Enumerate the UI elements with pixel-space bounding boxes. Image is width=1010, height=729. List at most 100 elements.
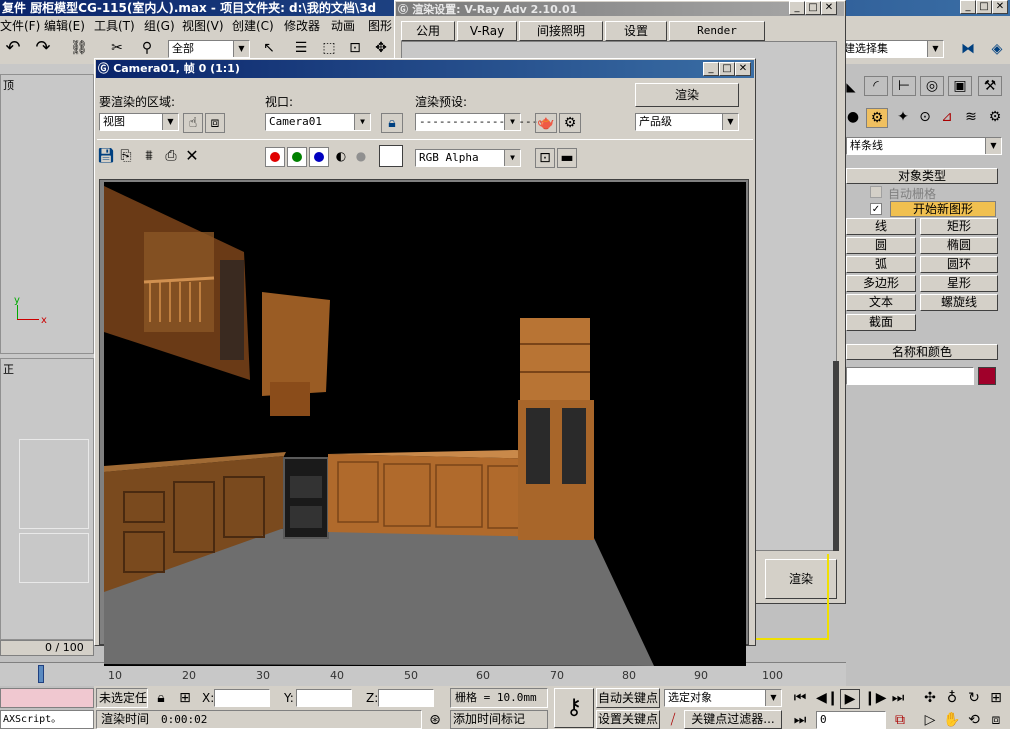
star-button[interactable]: 星形 xyxy=(920,275,998,292)
viewport-top[interactable]: 顶 y x xyxy=(0,74,94,354)
zoom-all-icon[interactable]: ♁ xyxy=(942,689,962,707)
line-button[interactable]: 线 xyxy=(846,218,916,235)
z-coordinate-input[interactable] xyxy=(378,689,434,707)
copy-image-icon[interactable]: ⎘ xyxy=(117,147,135,165)
orbit-icon[interactable]: ⟲ xyxy=(964,711,984,729)
rectangle-button[interactable]: 矩形 xyxy=(920,218,998,235)
object-color-swatch[interactable] xyxy=(978,367,996,385)
current-frame-input[interactable]: 0 xyxy=(816,711,886,729)
menu-modifiers[interactable]: 修改器 xyxy=(284,17,320,34)
main-close-button[interactable]: ✕ xyxy=(992,0,1008,14)
current-frame-marker[interactable] xyxy=(38,665,44,683)
tab-indirect-illumination[interactable]: 间接照明 xyxy=(519,21,603,41)
motion-tab-icon[interactable]: ◎ xyxy=(920,76,944,96)
render-setup-maximize-button[interactable]: □ xyxy=(805,1,821,15)
time-config-icon[interactable]: ⧉ xyxy=(890,711,910,729)
lock-selection-icon[interactable]: 🔒︎ xyxy=(152,689,170,707)
rendered-kitchen-image[interactable] xyxy=(104,182,746,666)
set-key-button[interactable]: 设置关键点 xyxy=(596,710,660,729)
preset-dropdown[interactable]: -------------------- ▼ xyxy=(415,113,551,131)
zoom-icon[interactable]: ✣ xyxy=(920,689,940,707)
unlink-icon[interactable]: ✂ xyxy=(106,39,128,57)
geometry-icon[interactable]: ● xyxy=(846,108,860,126)
modify-tab-icon[interactable]: ◜ xyxy=(864,76,888,96)
goto-end-icon[interactable]: ⏭ xyxy=(888,689,908,707)
mirror-icon[interactable]: ⧓ xyxy=(956,40,980,58)
category-dropdown[interactable]: 样条线 ▼ xyxy=(846,137,1002,155)
alpha-channel-icon[interactable]: ◐ xyxy=(333,147,349,165)
frame-render-button[interactable]: 渲染 xyxy=(635,83,739,107)
tab-settings[interactable]: 设置 xyxy=(605,21,667,41)
menu-group[interactable]: 组(G) xyxy=(144,17,175,34)
clone-window-icon[interactable]: ⩩ xyxy=(139,147,159,165)
red-channel-button[interactable] xyxy=(265,147,285,167)
save-image-icon[interactable]: 💾︎ xyxy=(97,147,115,165)
render-setup-scrollbar[interactable] xyxy=(833,361,839,551)
tab-common[interactable]: 公用 xyxy=(401,21,455,41)
color-swatch[interactable] xyxy=(379,145,403,167)
name-color-rollout-header[interactable]: 名称和颜色 xyxy=(846,344,998,360)
goto-start-icon[interactable]: ⏮ xyxy=(790,689,810,707)
bind-spacewarp-icon[interactable]: ⚲ xyxy=(136,39,158,57)
ellipse-button[interactable]: 椭圆 xyxy=(920,237,998,254)
time-slider[interactable]: 0 / 100 xyxy=(0,640,94,656)
render-setup-icon[interactable]: 🫖 xyxy=(535,113,557,133)
key-filters-button[interactable]: 关键点过滤器... xyxy=(684,710,782,729)
edit-region-icon[interactable]: ☝ xyxy=(183,113,203,133)
menu-animation[interactable]: 动画 xyxy=(331,17,355,34)
auto-grid-checkbox[interactable] xyxy=(870,186,882,198)
align-icon[interactable]: ◈ xyxy=(986,40,1008,58)
key-filter-icon[interactable]: ⧸ xyxy=(664,711,682,729)
absolute-mode-icon[interactable]: ⊞ xyxy=(176,689,194,707)
arc-rotate-icon[interactable]: ↻ xyxy=(964,689,984,707)
start-new-shape-checkbox[interactable]: ✓ xyxy=(870,203,882,215)
shapes-icon[interactable]: ⚙ xyxy=(866,108,888,128)
frame-window-maximize-button[interactable]: □ xyxy=(719,62,735,76)
cameras-icon[interactable]: ⊙ xyxy=(914,108,936,126)
auto-region-icon[interactable]: ⧈ xyxy=(205,113,225,133)
toggle-ui-icon[interactable]: ▬ xyxy=(557,148,577,168)
clear-image-icon[interactable]: ✕ xyxy=(183,147,201,165)
tab-vray[interactable]: V-Ray xyxy=(457,21,517,41)
select-by-name-icon[interactable]: ☰ xyxy=(290,39,312,57)
field-of-view-icon[interactable]: ⊞ xyxy=(986,689,1006,707)
donut-button[interactable]: 圆环 xyxy=(920,256,998,273)
set-key-big-button[interactable]: ⚷ xyxy=(554,688,594,728)
key-mode-icon[interactable]: ⏭ xyxy=(790,711,810,729)
pan-icon[interactable]: ✋ xyxy=(942,711,962,729)
undo-icon[interactable]: ↶ xyxy=(2,39,24,57)
ngon-button[interactable]: 多边形 xyxy=(846,275,916,292)
named-selection-dropdown[interactable]: 建选择集 ▼ xyxy=(840,40,944,58)
blue-channel-button[interactable] xyxy=(309,147,329,167)
circle-button[interactable]: 圆 xyxy=(846,237,916,254)
monochrome-icon[interactable]: ● xyxy=(353,147,369,165)
print-image-icon[interactable]: ⎙ xyxy=(161,147,181,165)
menu-tools[interactable]: 工具(T) xyxy=(94,17,135,34)
add-time-tag-icon[interactable]: ⊛ xyxy=(426,711,444,729)
move-icon[interactable]: ✥ xyxy=(370,39,392,57)
arc-button[interactable]: 弧 xyxy=(846,256,916,273)
selected-object-dropdown[interactable]: 选定对象 ▼ xyxy=(664,689,782,707)
render-setup-minimize-button[interactable]: _ xyxy=(789,1,805,15)
menu-graph[interactable]: 图形 xyxy=(368,17,392,34)
window-crossing-icon[interactable]: ⊡ xyxy=(344,39,366,57)
y-coordinate-input[interactable] xyxy=(296,689,352,707)
environment-effects-icon[interactable]: ⚙ xyxy=(559,113,581,133)
text-button[interactable]: 文本 xyxy=(846,294,916,311)
select-object-icon[interactable]: ↖ xyxy=(258,39,280,57)
green-channel-button[interactable] xyxy=(287,147,307,167)
hierarchy-tab-icon[interactable]: ⊢ xyxy=(892,76,916,96)
shapes-tab-icon[interactable]: ◣ xyxy=(846,78,856,96)
area-dropdown[interactable]: 视图 ▼ xyxy=(99,113,179,131)
menu-edit[interactable]: 编辑(E) xyxy=(44,17,85,34)
selection-filter-dropdown[interactable]: 全部 ▼ xyxy=(168,40,250,58)
tab-render-elements[interactable]: Render Elements xyxy=(669,21,765,55)
menu-file[interactable]: 文件(F) xyxy=(0,17,40,34)
frame-window-close-button[interactable]: ✕ xyxy=(735,62,751,76)
systems-icon[interactable]: ⚙ xyxy=(984,108,1006,126)
object-name-input[interactable] xyxy=(846,367,974,385)
prev-frame-icon[interactable]: ◀❙ xyxy=(816,689,839,707)
play-icon[interactable]: ▶ xyxy=(840,689,860,709)
display-tab-icon[interactable]: ▣ xyxy=(948,76,972,96)
display-overlay-icon[interactable]: ⊡ xyxy=(535,148,555,168)
